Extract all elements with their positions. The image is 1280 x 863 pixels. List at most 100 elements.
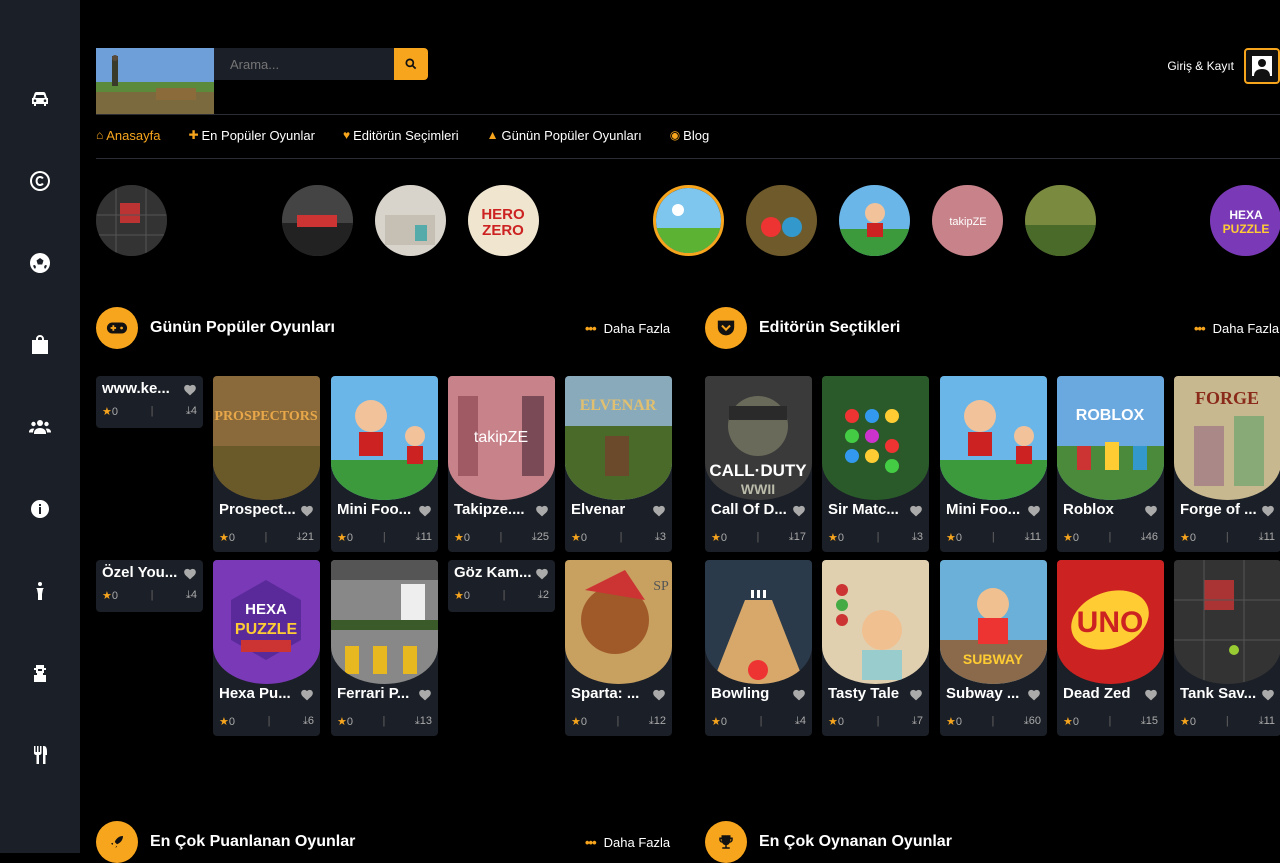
nav-daily[interactable]: ▲ Günün Popüler Oyunları [487,127,642,143]
heart-icon[interactable] [418,688,432,701]
game-card[interactable]: FORGE Forge of ... ★0 | ⤓11 [1174,376,1280,552]
heart-icon[interactable] [792,688,806,701]
heart-icon[interactable] [1144,688,1158,701]
game-name[interactable]: Tank Sav... [1180,685,1258,702]
character-icon[interactable] [0,653,80,693]
game-card[interactable]: Ferrari P... ★0 | ⤓13 [331,560,438,736]
game-name[interactable]: Sir Matc... [828,501,906,518]
heart-icon[interactable] [1261,688,1275,701]
restaurant-icon[interactable] [0,735,80,775]
story-mini-football[interactable] [839,185,910,256]
child-icon[interactable] [0,571,80,611]
car-icon[interactable] [0,79,80,119]
game-thumbnail[interactable]: ROBLOX [1057,376,1164,500]
rated-more-link[interactable]: ••• Daha Fazla [585,835,670,850]
shopping-bag-icon[interactable] [0,325,80,365]
copyright-icon[interactable] [0,161,80,201]
game-name[interactable]: Sparta: ... [571,685,649,702]
nav-editor[interactable]: ♥ Editörün Seçimleri [343,127,459,143]
game-thumbnail[interactable]: SUBWAY [940,560,1047,684]
search-button[interactable] [394,48,428,80]
game-name[interactable]: www.ke... [102,380,180,397]
game-name[interactable]: Özel You... [102,564,180,581]
game-card[interactable]: SP Sparta: ... ★0 | ⤓12 [565,560,672,736]
nav-blog[interactable]: ◉ Blog [670,127,710,143]
game-thumbnail[interactable]: FORGE [1174,376,1280,500]
story-tank[interactable] [96,185,167,256]
game-card[interactable]: UNO Dead Zed ★0 | ⤓15 [1057,560,1164,736]
game-card[interactable]: ROBLOX Roblox ★0 | ⤓46 [1057,376,1164,552]
game-card[interactable]: takipZE Takipze.... ★0 | ⤓25 [448,376,555,552]
game-card[interactable]: CALL·DUTY WWII Call Of D... ★0 | ⤓17 [705,376,812,552]
daily-more-link[interactable]: ••• Daha Fazla [585,321,670,336]
game-name[interactable]: Göz Kam... [454,564,532,581]
heart-icon[interactable] [1144,504,1158,517]
nav-popular[interactable]: ✚ En Popüler Oyunlar [188,127,315,143]
game-card[interactable]: HEXA PUZZLE Hexa Pu... ★0 | ⤓6 [213,560,320,736]
game-thumbnail[interactable] [1174,560,1280,684]
game-name[interactable]: Subway ... [946,685,1024,702]
game-name[interactable]: Takipze.... [454,501,532,518]
game-thumbnail[interactable] [822,560,929,684]
heart-icon[interactable] [1027,688,1041,701]
game-name[interactable]: Dead Zed [1063,685,1141,702]
game-card[interactable]: SUBWAY Subway ... ★0 | ⤓60 [940,560,1047,736]
story-takipze[interactable]: takipZE [932,185,1003,256]
game-thumbnail[interactable]: HEXA PUZZLE [213,560,320,684]
game-thumbnail[interactable]: PROSPECTORS [213,376,320,500]
game-card[interactable]: www.ke... ★0 | ⤓4 [96,376,203,428]
game-name[interactable]: Ferrari P... [337,685,415,702]
game-thumbnail[interactable] [940,376,1047,500]
game-card[interactable]: ELVENAR Elvenar ★0 | ⤓3 [565,376,672,552]
game-name[interactable]: Prospect... [219,501,297,518]
heart-icon[interactable] [909,504,923,517]
story-fireboy[interactable] [746,185,817,256]
game-thumbnail[interactable]: CALL·DUTY WWII [705,376,812,500]
game-name[interactable]: Roblox [1063,501,1141,518]
game-thumbnail[interactable]: UNO [1057,560,1164,684]
site-logo[interactable] [96,48,214,114]
game-card[interactable]: Özel You... ★0 | ⤓4 [96,560,203,612]
game-name[interactable]: Tasty Tale [828,685,906,702]
users-icon[interactable] [0,407,80,447]
heart-icon[interactable] [300,688,314,701]
heart-icon[interactable] [652,688,666,701]
game-card[interactable]: Bowling ★0 | ⤓4 [705,560,812,736]
login-link[interactable]: Giriş & Kayıt [1167,59,1234,73]
heart-icon[interactable] [1027,504,1041,517]
story-elvenar[interactable] [1025,185,1096,256]
heart-icon[interactable] [652,504,666,517]
soccer-ball-icon[interactable] [0,243,80,283]
game-name[interactable]: Elvenar [571,501,649,518]
heart-icon[interactable] [535,504,549,517]
heart-icon[interactable] [909,688,923,701]
game-thumbnail[interactable] [331,376,438,500]
game-thumbnail[interactable] [705,560,812,684]
heart-icon[interactable] [535,567,549,580]
heart-icon[interactable] [1261,504,1275,517]
game-card[interactable]: Mini Foo... ★0 | ⤓11 [940,376,1047,552]
game-name[interactable]: Mini Foo... [337,501,415,518]
nav-home[interactable]: ⌂ Anasayfa [96,127,160,143]
heart-icon[interactable] [183,383,197,396]
game-card[interactable]: Tank Sav... ★0 | ⤓11 [1174,560,1280,736]
game-name[interactable]: Hexa Pu... [219,685,297,702]
game-name[interactable]: Mini Foo... [946,501,1024,518]
game-thumbnail[interactable]: ELVENAR [565,376,672,500]
game-thumbnail[interactable]: SP [565,560,672,684]
game-thumbnail[interactable] [331,560,438,684]
search-input[interactable] [214,48,394,80]
editor-more-link[interactable]: ••• Daha Fazla [1194,321,1279,336]
heart-icon[interactable] [418,504,432,517]
game-thumbnail[interactable] [822,376,929,500]
heart-icon[interactable] [792,504,806,517]
story-room[interactable] [375,185,446,256]
story-hero-zero[interactable]: HERO ZERO [468,185,539,256]
heart-icon[interactable] [300,504,314,517]
game-card[interactable]: Tasty Tale ★0 | ⤓7 [822,560,929,736]
game-thumbnail[interactable]: takipZE [448,376,555,500]
story-hexa-puzzle[interactable]: HEXA PUZZLE [1210,185,1280,256]
game-card[interactable]: Sir Matc... ★0 | ⤓3 [822,376,929,552]
game-card[interactable]: PROSPECTORS Prospect... ★0 | ⤓21 [213,376,320,552]
game-name[interactable]: Forge of ... [1180,501,1258,518]
